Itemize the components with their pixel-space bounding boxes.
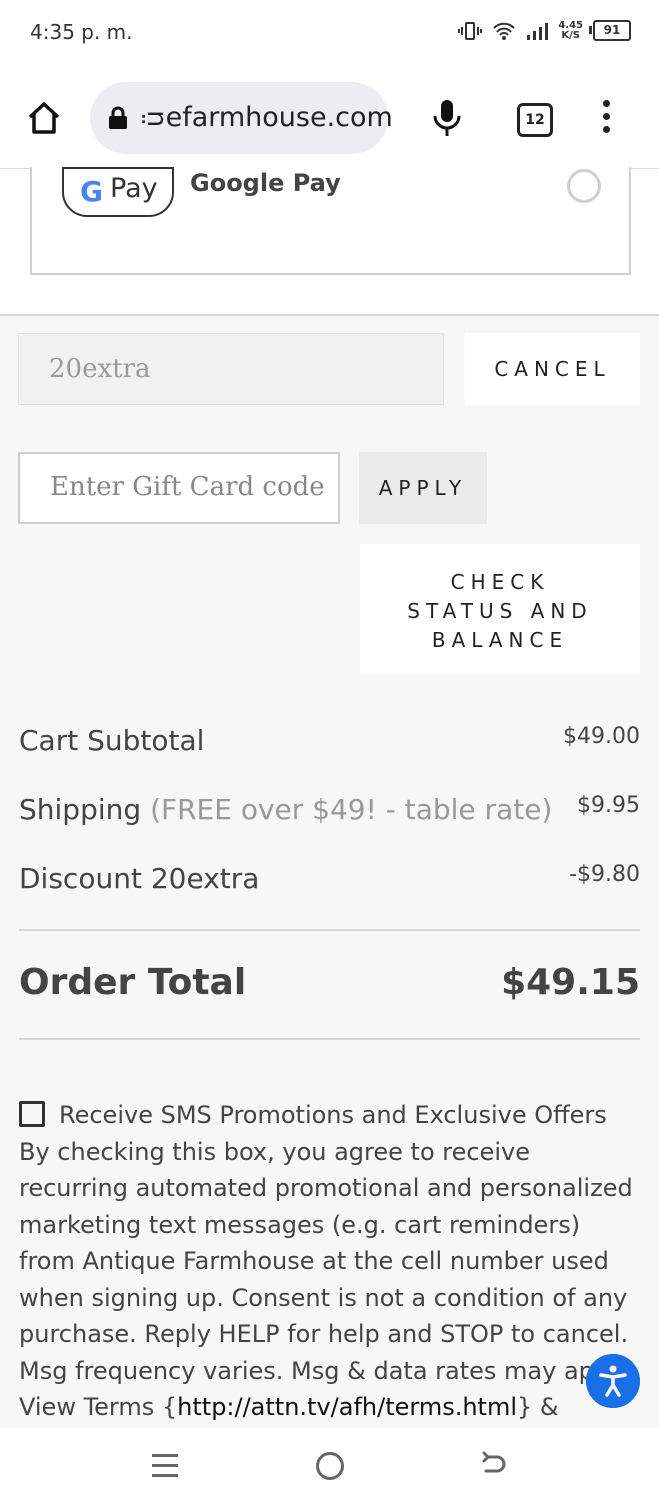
order-total-value: $49.15 xyxy=(501,962,640,1003)
coupon-code-field[interactable]: 20extra xyxy=(18,333,444,405)
google-pay-option[interactable]: G Pay Google Pay xyxy=(30,167,631,275)
status-icons: 4.45 K/S 91 xyxy=(458,20,631,41)
cart-subtotal-label: Cart Subtotal xyxy=(19,724,205,757)
check-status-balance-button[interactable]: CHECK STATUS AND BALANCE xyxy=(360,544,640,674)
google-pay-logo: G Pay xyxy=(62,167,174,217)
google-pay-label: Google Pay xyxy=(190,169,341,197)
browser-toolbar: ᴞefarmhouse.com 12 xyxy=(0,68,659,169)
overflow-menu-icon[interactable] xyxy=(600,100,612,140)
home-nav-icon[interactable] xyxy=(316,1452,344,1480)
divider xyxy=(19,1038,640,1040)
battery-icon: 91 xyxy=(589,20,631,41)
sms-consent-text: By checking this box, you agree to recei… xyxy=(19,1137,633,1385)
accessibility-icon[interactable] xyxy=(586,1354,640,1408)
divider xyxy=(19,929,640,931)
discount-label: Discount 20extra xyxy=(19,862,260,895)
url-text: ᴞefarmhouse.com xyxy=(140,102,393,133)
apply-gift-card-button[interactable]: APPLY xyxy=(359,452,487,524)
tab-switcher-button[interactable]: 12 xyxy=(517,103,553,137)
wifi-icon xyxy=(493,22,516,40)
vibrate-icon xyxy=(458,21,483,40)
google-pay-radio[interactable] xyxy=(567,169,601,203)
sms-opt-in-checkbox[interactable] xyxy=(19,1101,45,1127)
order-total-label: Order Total xyxy=(19,962,247,1003)
terms-link[interactable]: http://attn.tv/afh/terms.html xyxy=(177,1393,517,1421)
google-g-icon: G xyxy=(80,175,103,208)
network-speed: 4.45 K/S xyxy=(558,19,583,41)
cart-subtotal-value: $49.00 xyxy=(563,724,640,749)
status-time: 4:35 p. m. xyxy=(30,20,133,44)
shipping-label: Shipping xyxy=(19,793,142,826)
signal-icon xyxy=(527,22,549,40)
status-bar: 4:35 p. m. 4.45 K/S 91 xyxy=(0,0,659,68)
address-bar[interactable]: ᴞefarmhouse.com xyxy=(90,82,393,154)
shipping-row: Shipping (FREE over $49! - table rate) $… xyxy=(19,793,640,833)
gift-card-placeholder: Enter Gift Card code xyxy=(50,472,325,502)
payment-methods-section: G Pay Google Pay xyxy=(0,167,659,316)
sms-opt-in-label: Receive SMS Promotions and Exclusive Off… xyxy=(59,1101,607,1129)
lock-icon xyxy=(109,106,127,129)
terms-prefix: View Terms { xyxy=(19,1393,178,1421)
shipping-note: (FREE over $49! - table rate) xyxy=(150,793,553,826)
system-navigation-bar xyxy=(0,1428,659,1500)
microphone-icon[interactable] xyxy=(432,98,462,138)
shipping-value: $9.95 xyxy=(577,793,640,818)
home-icon[interactable] xyxy=(24,98,64,138)
discount-value: -$9.80 xyxy=(569,862,640,887)
coupon-code-value: 20extra xyxy=(49,354,151,384)
back-icon[interactable] xyxy=(480,1450,508,1478)
recent-apps-icon[interactable] xyxy=(152,1454,178,1484)
gift-card-input[interactable]: Enter Gift Card code xyxy=(18,452,340,524)
cancel-coupon-button[interactable]: CANCEL xyxy=(465,333,640,405)
sms-consent: Receive SMS Promotions and Exclusive Off… xyxy=(19,1097,640,1462)
cart-subtotal-row: Cart Subtotal $49.00 xyxy=(19,724,640,764)
discount-row: Discount 20extra -$9.80 xyxy=(19,862,640,902)
